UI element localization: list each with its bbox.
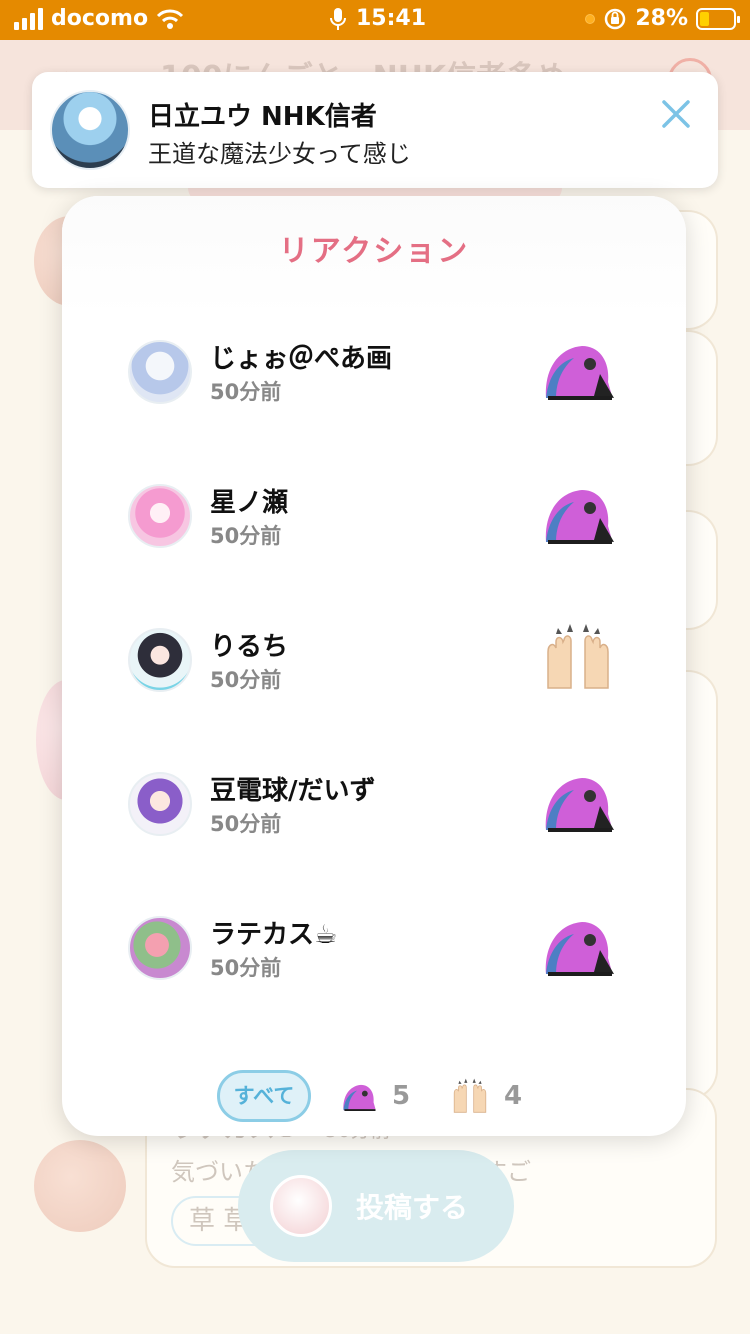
reaction-row[interactable]: ラテカス☕ 50分前 <box>62 916 686 1016</box>
user-name: ラテカス☕ <box>210 920 338 950</box>
orientation-lock-icon <box>605 8 626 29</box>
reactions-modal: リアクション じょぉ＠ぺあ画 50分前 星ノ瀬 50分前 りるち 50分前 豆電… <box>62 196 686 1136</box>
parrot-reaction-icon <box>545 346 614 400</box>
battery-percent: 28% <box>635 6 688 31</box>
reaction-row[interactable]: 豆電球/だいず 50分前 <box>62 772 686 872</box>
notification-body: 王道な魔法少女って感じ <box>148 140 411 168</box>
battery-icon <box>696 7 740 30</box>
user-name: りるち <box>210 632 289 662</box>
reaction-filter-tabs: すべて 5 4 <box>62 1070 686 1132</box>
parrot-reaction-icon <box>545 922 614 976</box>
user-name: 星ノ瀬 <box>210 488 289 518</box>
reaction-time: 50分前 <box>210 380 282 404</box>
user-name: じょぉ＠ぺあ画 <box>210 344 393 374</box>
post-button[interactable]: 投稿する <box>238 1150 514 1262</box>
reaction-time: 50分前 <box>210 956 282 980</box>
reaction-row[interactable]: りるち 50分前 <box>62 624 686 728</box>
reaction-row[interactable]: 星ノ瀬 50分前 <box>62 484 686 584</box>
avatar <box>34 1140 126 1232</box>
user-name: 豆電球/だいず <box>210 776 376 806</box>
reaction-time: 50分前 <box>210 812 282 836</box>
close-icon[interactable] <box>660 98 692 130</box>
post-button-label: 投稿する <box>356 1191 469 1224</box>
avatar <box>128 772 192 836</box>
microphone-icon <box>330 7 346 30</box>
parrot-reaction-icon <box>545 490 614 544</box>
modal-title: リアクション <box>278 234 470 269</box>
raised-hands-reaction-icon <box>547 624 609 689</box>
avatar <box>128 484 192 548</box>
avatar <box>128 628 192 692</box>
avatar <box>270 1175 332 1237</box>
avatar <box>128 916 192 980</box>
raised-hands-count: 4 <box>504 1081 523 1111</box>
reaction-row[interactable]: じょぉ＠ぺあ画 50分前 <box>62 340 686 440</box>
raised-hands-icon <box>453 1078 487 1113</box>
parrot-icon <box>343 1084 376 1112</box>
reaction-time: 50分前 <box>210 668 282 692</box>
parrot-count: 5 <box>392 1081 411 1111</box>
notification-title: 日立ユウ NHK信者 <box>148 102 377 132</box>
modal-header: リアクション <box>62 196 686 316</box>
wifi-icon <box>157 9 184 29</box>
reaction-time: 50分前 <box>210 524 282 548</box>
signal-icon <box>14 7 43 30</box>
recording-dot-icon <box>585 13 596 24</box>
avatar <box>128 340 192 404</box>
tab-raised-hands[interactable]: 4 <box>450 1076 522 1116</box>
clock: 15:41 <box>356 6 427 31</box>
status-bar: docomo 15:41 28% <box>0 0 750 40</box>
tab-parrot[interactable]: 5 <box>340 1076 410 1116</box>
notification-banner[interactable]: 日立ユウ NHK信者 王道な魔法少女って感じ <box>32 72 718 188</box>
tab-all[interactable]: すべて <box>217 1070 311 1122</box>
avatar <box>50 90 130 170</box>
parrot-reaction-icon <box>545 778 614 832</box>
carrier-label: docomo <box>51 6 149 31</box>
